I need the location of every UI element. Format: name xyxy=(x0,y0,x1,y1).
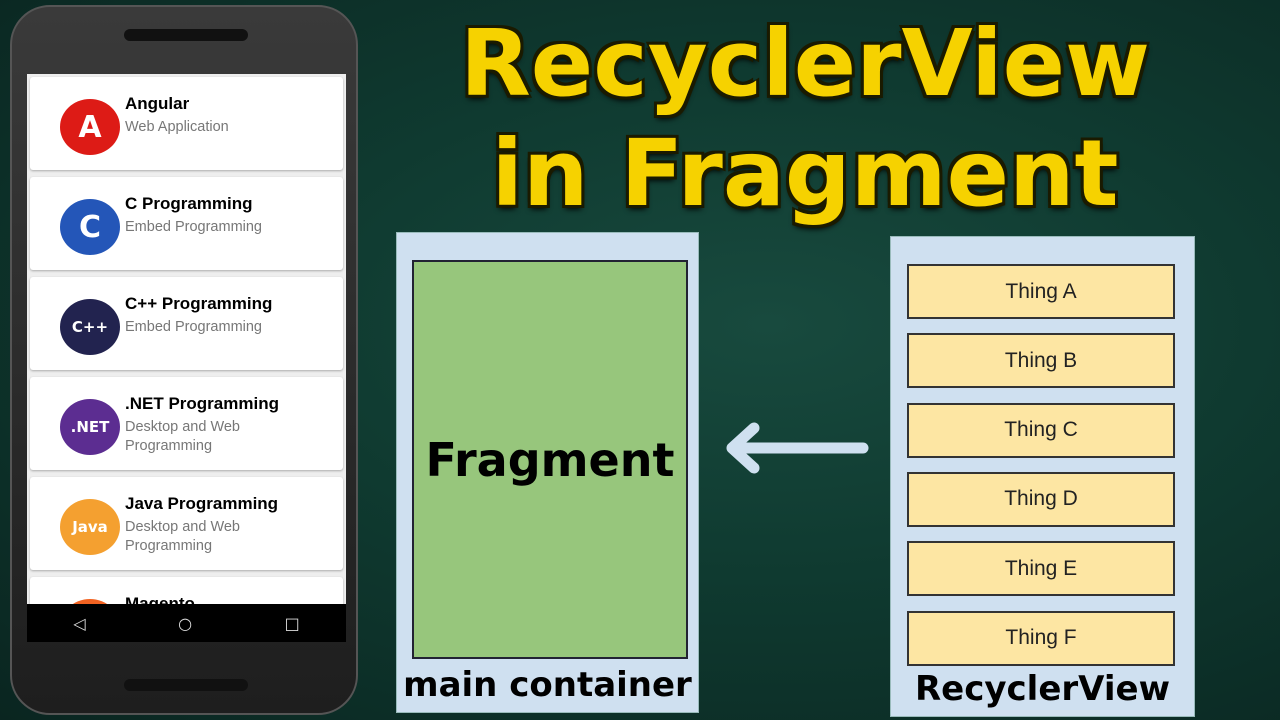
language-logo-icon: A xyxy=(60,99,120,155)
language-logo-icon: C++ xyxy=(60,299,120,355)
list-item[interactable]: C++ C++ Programming Embed Programming xyxy=(30,277,343,370)
nav-bar: ◁ ○ □ xyxy=(27,604,346,642)
item-title: C++ Programming xyxy=(125,294,273,313)
speaker-bottom xyxy=(124,679,248,691)
recyclerview-panel: RecyclerView Thing A Thing B Thing C Thing … xyxy=(890,236,1195,717)
item-title: Angular xyxy=(125,94,190,113)
language-logo-icon: C xyxy=(60,199,120,255)
recycler-item: Thing C xyxy=(907,402,1175,458)
home-icon[interactable]: ○ xyxy=(178,614,192,633)
recyclerview-label: RecyclerView xyxy=(914,669,1171,709)
item-subtitle: Desktop and Web Programming xyxy=(125,519,240,554)
fragment-box: Fragment xyxy=(412,260,688,659)
list-item[interactable]: A Angular Web Application xyxy=(30,77,343,170)
language-logo-icon: Java xyxy=(60,499,120,555)
title-line-1: RecyclerView xyxy=(459,10,1151,117)
recycler-item: Thing D xyxy=(907,471,1175,527)
main-container-label: main container xyxy=(403,665,692,705)
main-container-panel: Fragment main container xyxy=(396,232,699,713)
recycler-item: Thing F xyxy=(907,610,1175,666)
recent-apps-icon[interactable]: □ xyxy=(285,614,300,633)
recycler-item: Thing B xyxy=(907,333,1175,389)
language-logo-icon: .NET xyxy=(60,399,120,455)
speaker-top xyxy=(124,29,248,41)
title-line-2: in Fragment xyxy=(491,120,1119,227)
list-item[interactable]: .NET .NET Programming Desktop and Web Pr… xyxy=(30,377,343,470)
item-title: Java Programming xyxy=(125,494,279,513)
recycler-item: Thing A xyxy=(907,264,1175,319)
list-item[interactable]: C C Programming Embed Programming xyxy=(30,177,343,270)
item-title: C Programming xyxy=(125,194,253,213)
item-subtitle: Embed Programming xyxy=(125,219,262,235)
item-title: .NET Programming xyxy=(125,394,279,413)
back-icon[interactable]: ◁ xyxy=(73,614,85,633)
recycler-item: Thing E xyxy=(907,541,1175,597)
phone-mockup: Magento Java Java Programming Desktop an… xyxy=(10,5,358,715)
phone-screen: Magento Java Java Programming Desktop an… xyxy=(27,74,346,642)
item-subtitle: Embed Programming xyxy=(125,319,262,335)
arrow-left-icon xyxy=(726,422,869,474)
item-subtitle: Desktop and Web Programming xyxy=(125,419,240,454)
list-item[interactable]: Java Java Programming Desktop and Web Pr… xyxy=(30,477,343,570)
item-subtitle: Web Application xyxy=(125,119,229,135)
